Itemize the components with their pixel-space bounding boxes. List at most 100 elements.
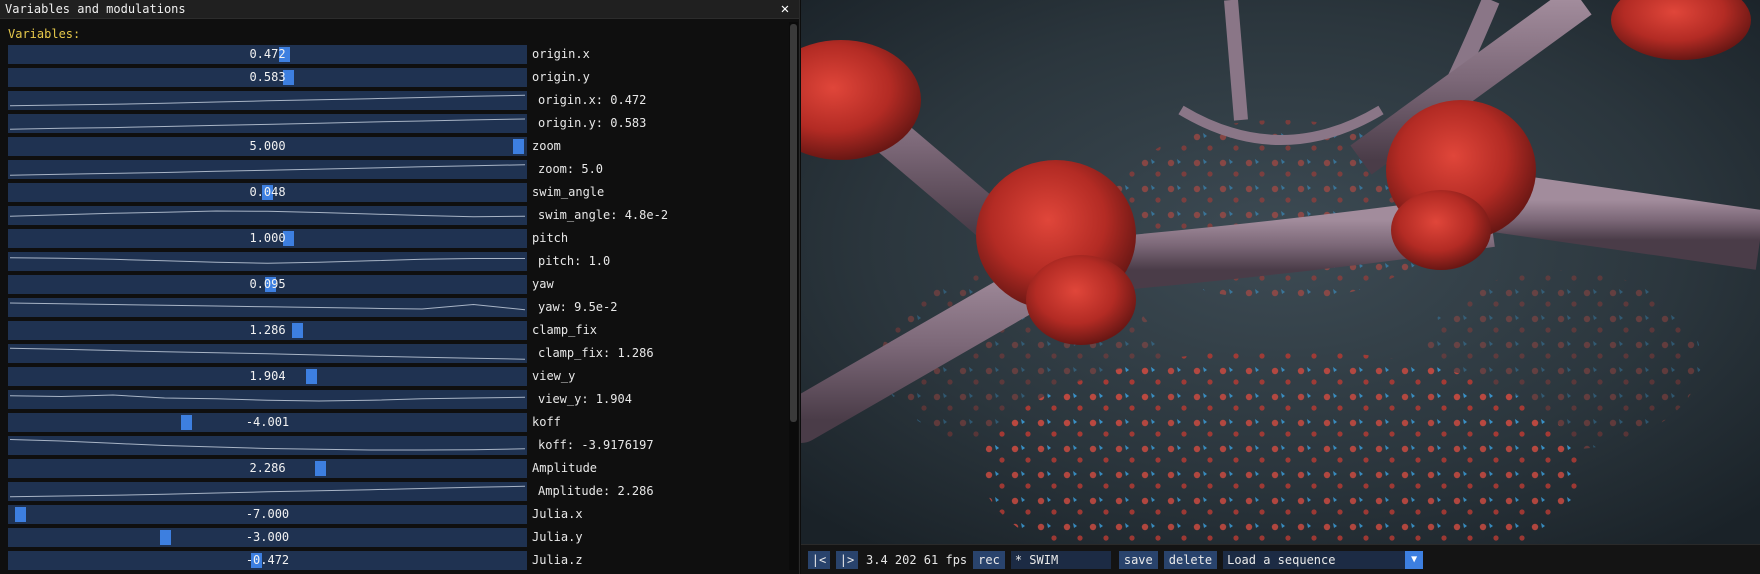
modulation-trace: [9, 439, 526, 451]
modulation-trace: [9, 118, 526, 130]
variable-slider-row: -4.001 koff: [8, 413, 788, 432]
modulation-plot[interactable]: [8, 390, 527, 409]
slider-value: 0.583: [249, 70, 286, 84]
modulation-trace: [9, 164, 526, 176]
variable-slider-row: 0.048 swim_angle: [8, 183, 788, 202]
slider-track[interactable]: 1.904: [8, 367, 527, 386]
modulation-trace: [9, 210, 526, 218]
slider-track[interactable]: -4.001: [8, 413, 527, 432]
modulation-trace: [9, 302, 526, 311]
slider-value: -0.472: [245, 553, 290, 567]
variable-slider-row: 0.472 origin.x: [8, 45, 788, 64]
modulation-plot[interactable]: [8, 114, 527, 133]
load-sequence-combo[interactable]: Load a sequence ▼: [1223, 550, 1424, 569]
variable-label: clamp_fix: 1.286: [538, 346, 654, 360]
modulation-trace: [9, 394, 526, 402]
modulation-plot[interactable]: [8, 252, 527, 271]
modulation-plot-row: clamp_fix: 1.286: [8, 344, 788, 363]
sequence-toolbar: |< |> 3.4 202 61 fps rec * SWIM save del…: [801, 544, 1760, 574]
variable-slider-row: -0.472 Julia.z: [8, 551, 788, 570]
modulation-plot-row: origin.x: 0.472: [8, 91, 788, 110]
variable-label: Julia.x: [532, 507, 583, 521]
variables-heading: Variables:: [8, 27, 81, 41]
modulation-trace: [9, 485, 526, 498]
variable-label: yaw: 9.5e-2: [538, 300, 618, 314]
stats-readout: 3.4 202 61 fps: [866, 552, 968, 567]
slider-track[interactable]: 2.286: [8, 459, 527, 478]
scrollbar[interactable]: [789, 22, 798, 570]
window-title: Variables and modulations: [5, 2, 186, 16]
slider-value: 2.286: [249, 461, 286, 475]
modulation-plot[interactable]: [8, 436, 527, 455]
variable-slider-row: 0.095 yaw: [8, 275, 788, 294]
slider-value: 1.000: [249, 231, 286, 245]
slider-value: 0.048: [249, 185, 286, 199]
modulation-line: [9, 347, 526, 360]
triangle-down-icon[interactable]: ▼: [1405, 550, 1424, 569]
modulation-plot[interactable]: [8, 206, 527, 225]
save-button[interactable]: save: [1118, 550, 1158, 569]
slider-value: 1.904: [249, 369, 286, 383]
variable-label: Julia.y: [532, 530, 583, 544]
modulation-plot-row: origin.y: 0.583: [8, 114, 788, 133]
modulation-line: [9, 94, 526, 107]
slider-track[interactable]: -0.472: [8, 551, 527, 570]
modulation-line: [9, 118, 526, 130]
modulation-trace: [9, 94, 526, 107]
modulation-plot-row: pitch: 1.0: [8, 252, 788, 271]
go-to-start-button[interactable]: |<: [808, 550, 830, 569]
variables-list: 0.472 origin.x 0.583 origin.y origin.x: 0.47…: [8, 45, 788, 574]
modulation-plot-row: Amplitude: 2.286: [8, 482, 788, 501]
variable-label: swim_angle: 4.8e-2: [538, 208, 669, 222]
slider-track[interactable]: 0.048: [8, 183, 527, 202]
variable-label: view_y: [532, 369, 576, 383]
slider-value: 1.286: [249, 323, 286, 337]
variable-label: koff: -3.9176197: [538, 438, 654, 452]
fractal-image: [801, 0, 1760, 544]
modulation-plot-row: zoom: 5.0: [8, 160, 788, 179]
variable-label: origin.x: [532, 47, 590, 61]
close-icon[interactable]: ✕: [777, 1, 793, 17]
window-titlebar[interactable]: Variables and modulations ✕: [0, 0, 799, 19]
slider-track[interactable]: 1.000: [8, 229, 527, 248]
slider-track[interactable]: 0.472: [8, 45, 527, 64]
record-button[interactable]: rec: [973, 550, 1005, 569]
slider-value: -4.001: [245, 415, 290, 429]
modulation-trace: [9, 347, 526, 360]
variable-label: origin.y: 0.583: [538, 116, 647, 130]
variable-label: zoom: [532, 139, 561, 153]
scrollbar-thumb[interactable]: [790, 24, 797, 422]
fractal-render-viewport[interactable]: [801, 0, 1760, 544]
modulation-line: [9, 210, 526, 218]
modulation-plot-row: koff: -3.9176197: [8, 436, 788, 455]
modulation-line: [9, 257, 525, 264]
slider-track[interactable]: 5.000: [8, 137, 527, 156]
variable-label: origin.x: 0.472: [538, 93, 647, 107]
play-button[interactable]: |>: [836, 550, 858, 569]
modulation-plot[interactable]: [8, 160, 527, 179]
variable-label: zoom: 5.0: [538, 162, 604, 176]
slider-track[interactable]: 0.583: [8, 68, 527, 87]
slider-track[interactable]: -7.000: [8, 505, 527, 524]
variable-slider-row: 0.583 origin.y: [8, 68, 788, 87]
modulation-plot[interactable]: [8, 91, 527, 110]
modulation-line: [9, 439, 526, 451]
variable-label: pitch: [532, 231, 569, 245]
slider-value: -3.000: [245, 530, 290, 544]
modulation-plot[interactable]: [8, 344, 527, 363]
modulation-plot-row: swim_angle: 4.8e-2: [8, 206, 788, 225]
variables-window: Variables and modulations ✕ Variables: 0…: [0, 0, 800, 574]
sequence-name-input[interactable]: * SWIM: [1010, 550, 1111, 569]
delete-button[interactable]: delete: [1163, 550, 1218, 569]
slider-track[interactable]: 1.286: [8, 321, 527, 340]
modulation-plot[interactable]: [8, 298, 527, 317]
slider-track[interactable]: -3.000: [8, 528, 527, 547]
variable-label: clamp_fix: [532, 323, 598, 337]
modulation-plot[interactable]: [8, 482, 527, 501]
variable-slider-row: 1.286 clamp_fix: [8, 321, 788, 340]
variable-label: swim_angle: [532, 185, 605, 199]
modulation-trace: [9, 257, 525, 264]
slider-value: 0.095: [249, 277, 286, 291]
slider-track[interactable]: 0.095: [8, 275, 527, 294]
variable-label: Julia.z: [532, 553, 583, 567]
